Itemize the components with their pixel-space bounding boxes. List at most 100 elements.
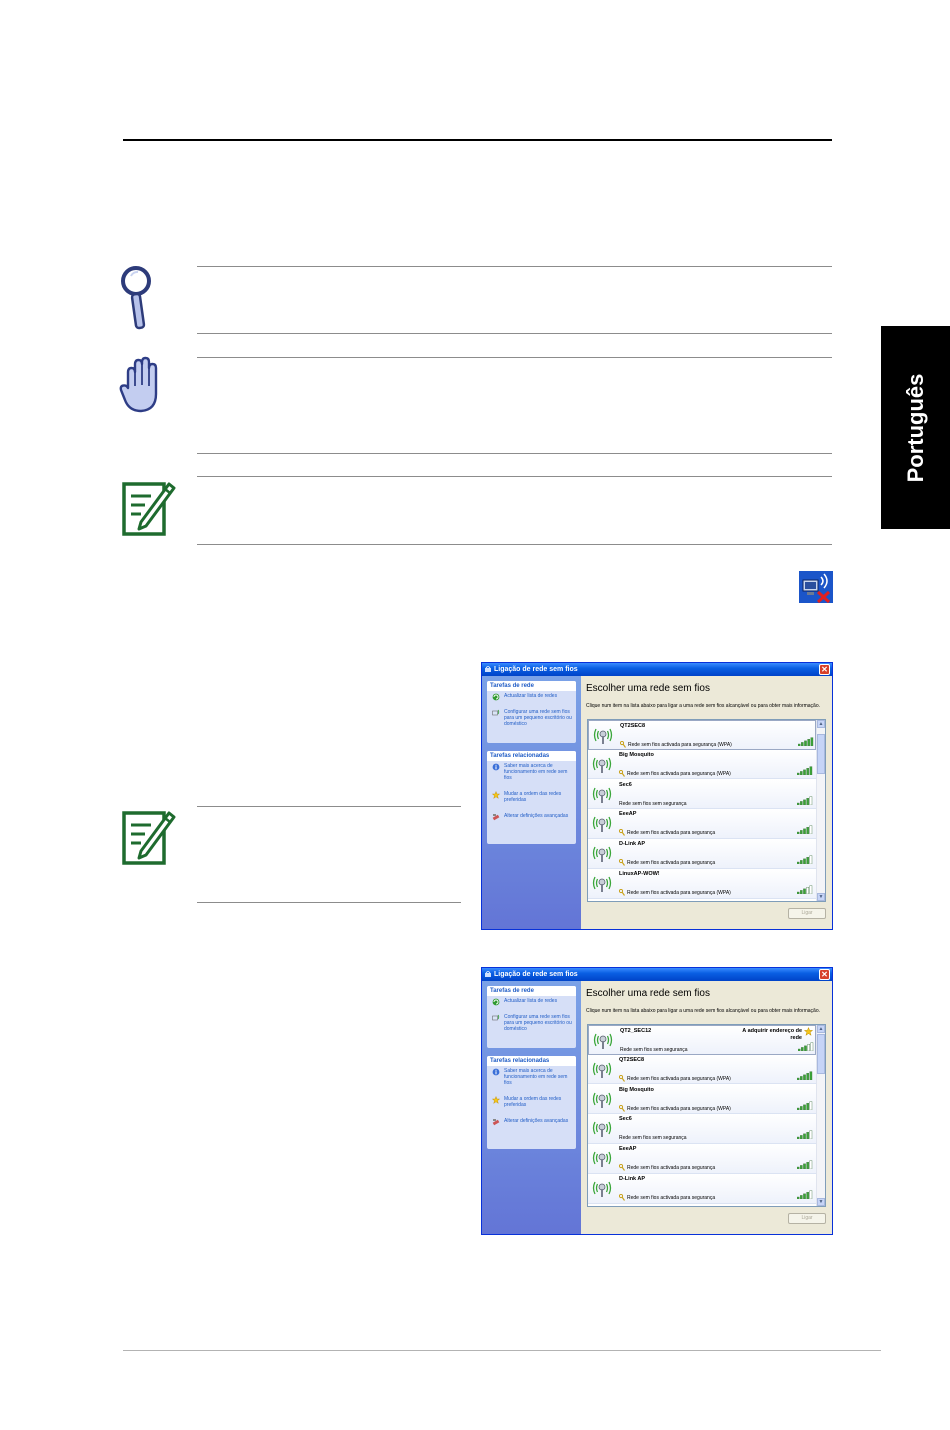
signal-strength-icon bbox=[797, 766, 813, 775]
network-list-item[interactable]: EeeAP Rede sem fios activada para seguran… bbox=[588, 1144, 816, 1174]
list-scrollbar[interactable]: ▲ ▼ bbox=[816, 1025, 825, 1206]
info-icon bbox=[492, 763, 500, 771]
task-pane: Tarefas de rede Actualizar lista de redes… bbox=[482, 981, 581, 1234]
main-title: Escolher uma rede sem fios bbox=[586, 988, 710, 999]
network-task-link[interactable]: Actualizar lista de redes bbox=[487, 691, 576, 701]
refresh-icon bbox=[492, 693, 500, 701]
close-button[interactable]: ✕ bbox=[819, 664, 830, 675]
note-divider bbox=[197, 476, 832, 477]
warning-divider bbox=[197, 357, 832, 358]
signal-strength-icon bbox=[797, 795, 813, 805]
related-tasks-box: Tarefas relacionadas Saber mais acerca de… bbox=[487, 1056, 576, 1149]
related-tasks-header: Tarefas relacionadas bbox=[487, 1056, 576, 1066]
preferred-network-star-icon bbox=[804, 1027, 813, 1036]
connect-button[interactable]: Ligar bbox=[788, 908, 826, 919]
network-name: Big Mosquito bbox=[619, 1086, 654, 1093]
network-list-item[interactable]: Big Mosquito Rede sem fios activada para … bbox=[588, 749, 816, 780]
signal-strength-icon bbox=[797, 1160, 813, 1170]
task-label: Mudar a ordem das redes preferidas bbox=[504, 1096, 562, 1108]
wireless-antenna-icon bbox=[592, 876, 612, 892]
network-name: EeeAP bbox=[619, 811, 637, 818]
language-tab-label: Português bbox=[902, 373, 928, 482]
network-name: QT2SEC8 bbox=[620, 723, 646, 729]
related-tasks-box: Tarefas relacionadas Saber mais acerca de… bbox=[487, 751, 576, 844]
network-task-link[interactable]: Configurar uma rede sem fios para um peq… bbox=[487, 707, 576, 729]
note-divider bbox=[197, 806, 461, 807]
related-tasks-header: Tarefas relacionadas bbox=[487, 751, 576, 761]
close-button[interactable]: ✕ bbox=[819, 969, 830, 980]
related-task-link[interactable]: Mudar a ordem das redes preferidas bbox=[487, 789, 576, 805]
network-security-status: Rede sem fios sem segurança bbox=[619, 800, 687, 807]
related-task-link[interactable]: Mudar a ordem das redes preferidas bbox=[487, 1094, 576, 1110]
network-security-status: Rede sem fios activada para segurança (W… bbox=[627, 890, 731, 896]
network-security-status: Rede sem fios activada para segurança bbox=[627, 1195, 716, 1201]
main-description: Clique num item na lista abaixo para lig… bbox=[586, 1008, 821, 1014]
network-security-status: Rede sem fios activada para segurança (W… bbox=[627, 770, 731, 777]
note-divider bbox=[197, 902, 461, 903]
signal-strength-icon bbox=[798, 737, 814, 746]
network-tasks-header: Tarefas de rede bbox=[487, 681, 576, 691]
security-key-icon bbox=[620, 741, 626, 748]
network-list-item[interactable]: D-Link AP Rede sem fios activada para seg… bbox=[588, 1174, 816, 1204]
wireless-antenna-icon bbox=[592, 817, 612, 833]
scroll-down-icon[interactable]: ▼ bbox=[817, 1198, 825, 1206]
network-name: EeeAP bbox=[619, 1146, 637, 1153]
signal-strength-icon bbox=[797, 1190, 813, 1199]
network-list-item[interactable]: LinuxAP-WOW! Rede sem fios activada para … bbox=[588, 869, 816, 899]
scroll-down-icon[interactable]: ▼ bbox=[817, 893, 825, 901]
network-list-item[interactable]: Sec6 Rede sem fios sem segurança bbox=[588, 1114, 816, 1144]
related-task-link[interactable]: Alterar definições avançadas bbox=[487, 811, 576, 821]
wireless-antenna-icon bbox=[592, 1092, 612, 1108]
network-list-item[interactable]: EeeAP Rede sem fios activada para seguran… bbox=[588, 809, 816, 839]
wireless-antenna-icon bbox=[592, 757, 612, 773]
network-name: Big Mosquito bbox=[619, 751, 654, 758]
warning-divider bbox=[197, 453, 832, 454]
main-title: Escolher uma rede sem fios bbox=[586, 683, 710, 694]
task-label: Saber mais acerca de funcionamento em re… bbox=[504, 763, 568, 781]
network-task-link[interactable]: Configurar uma rede sem fios para um peq… bbox=[487, 1012, 576, 1034]
wireless-antenna-icon bbox=[592, 787, 612, 803]
scroll-thumb[interactable] bbox=[817, 1034, 825, 1074]
dialog-title: Ligação de rede sem fios bbox=[494, 666, 578, 673]
signal-strength-icon bbox=[797, 855, 813, 865]
network-list-item[interactable]: Sec6 Rede sem fios sem segurança bbox=[588, 779, 816, 810]
task-label: Configurar uma rede sem fios para um peq… bbox=[504, 709, 572, 727]
scroll-up-icon[interactable]: ▲ bbox=[817, 1025, 825, 1033]
refresh-icon bbox=[492, 998, 500, 1006]
network-list-item[interactable]: QT2SEC8 Rede sem fios activada para segur… bbox=[588, 720, 816, 750]
wireless-disconnected-tray-icon bbox=[799, 571, 833, 603]
security-key-icon bbox=[619, 1194, 625, 1201]
task-label: Mudar a ordem das redes preferidas bbox=[504, 791, 562, 803]
network-list-item[interactable]: D-Link AP Rede sem fios activada para seg… bbox=[588, 839, 816, 869]
task-label: Actualizar lista de redes bbox=[504, 693, 558, 699]
network-security-status: Rede sem fios activada para segurança bbox=[627, 860, 716, 867]
network-security-status: Rede sem fios sem segurança bbox=[619, 1135, 687, 1142]
scroll-up-icon[interactable]: ▲ bbox=[817, 720, 825, 728]
wireless-antenna-icon bbox=[592, 1181, 612, 1197]
security-key-icon bbox=[619, 1104, 625, 1112]
scroll-thumb[interactable] bbox=[817, 734, 825, 774]
connect-button[interactable]: Ligar bbox=[788, 1213, 826, 1224]
network-task-link[interactable]: Actualizar lista de redes bbox=[487, 996, 576, 1006]
network-list-item[interactable]: QT2_SEC12 Rede sem fios sem segurança A ad… bbox=[588, 1025, 816, 1055]
network-name: QT2SEC8 bbox=[619, 1056, 645, 1063]
main-description: Clique num item na lista abaixo para lig… bbox=[586, 703, 821, 709]
note-pencil-icon bbox=[122, 811, 176, 865]
related-task-link[interactable]: Alterar definições avançadas bbox=[487, 1116, 576, 1126]
note-divider bbox=[197, 333, 832, 334]
task-label: Configurar uma rede sem fios para um peq… bbox=[504, 1014, 572, 1032]
signal-strength-icon bbox=[797, 885, 813, 894]
dialog-titlebar: Ligação de rede sem fios bbox=[482, 968, 832, 981]
network-security-status: Rede sem fios activada para segurança bbox=[627, 830, 716, 837]
settings-icon bbox=[492, 1119, 500, 1126]
network-list-item[interactable]: Big Mosquito Rede sem fios activada para … bbox=[588, 1084, 816, 1115]
task-pane: Tarefas de rede Actualizar lista de redes… bbox=[482, 676, 581, 929]
network-security-status: Rede sem fios activada para segurança bbox=[627, 1165, 716, 1172]
network-list-item[interactable]: QT2SEC8 Rede sem fios activada para segur… bbox=[588, 1054, 816, 1085]
security-key-icon bbox=[619, 1074, 625, 1082]
related-task-link[interactable]: Saber mais acerca de funcionamento em re… bbox=[487, 761, 576, 783]
list-scrollbar[interactable]: ▲ ▼ bbox=[816, 720, 825, 901]
related-task-link[interactable]: Saber mais acerca de funcionamento em re… bbox=[487, 1066, 576, 1088]
connection-status: A adquirir endereço de rede bbox=[742, 1028, 802, 1041]
footer-rule bbox=[123, 1350, 881, 1351]
